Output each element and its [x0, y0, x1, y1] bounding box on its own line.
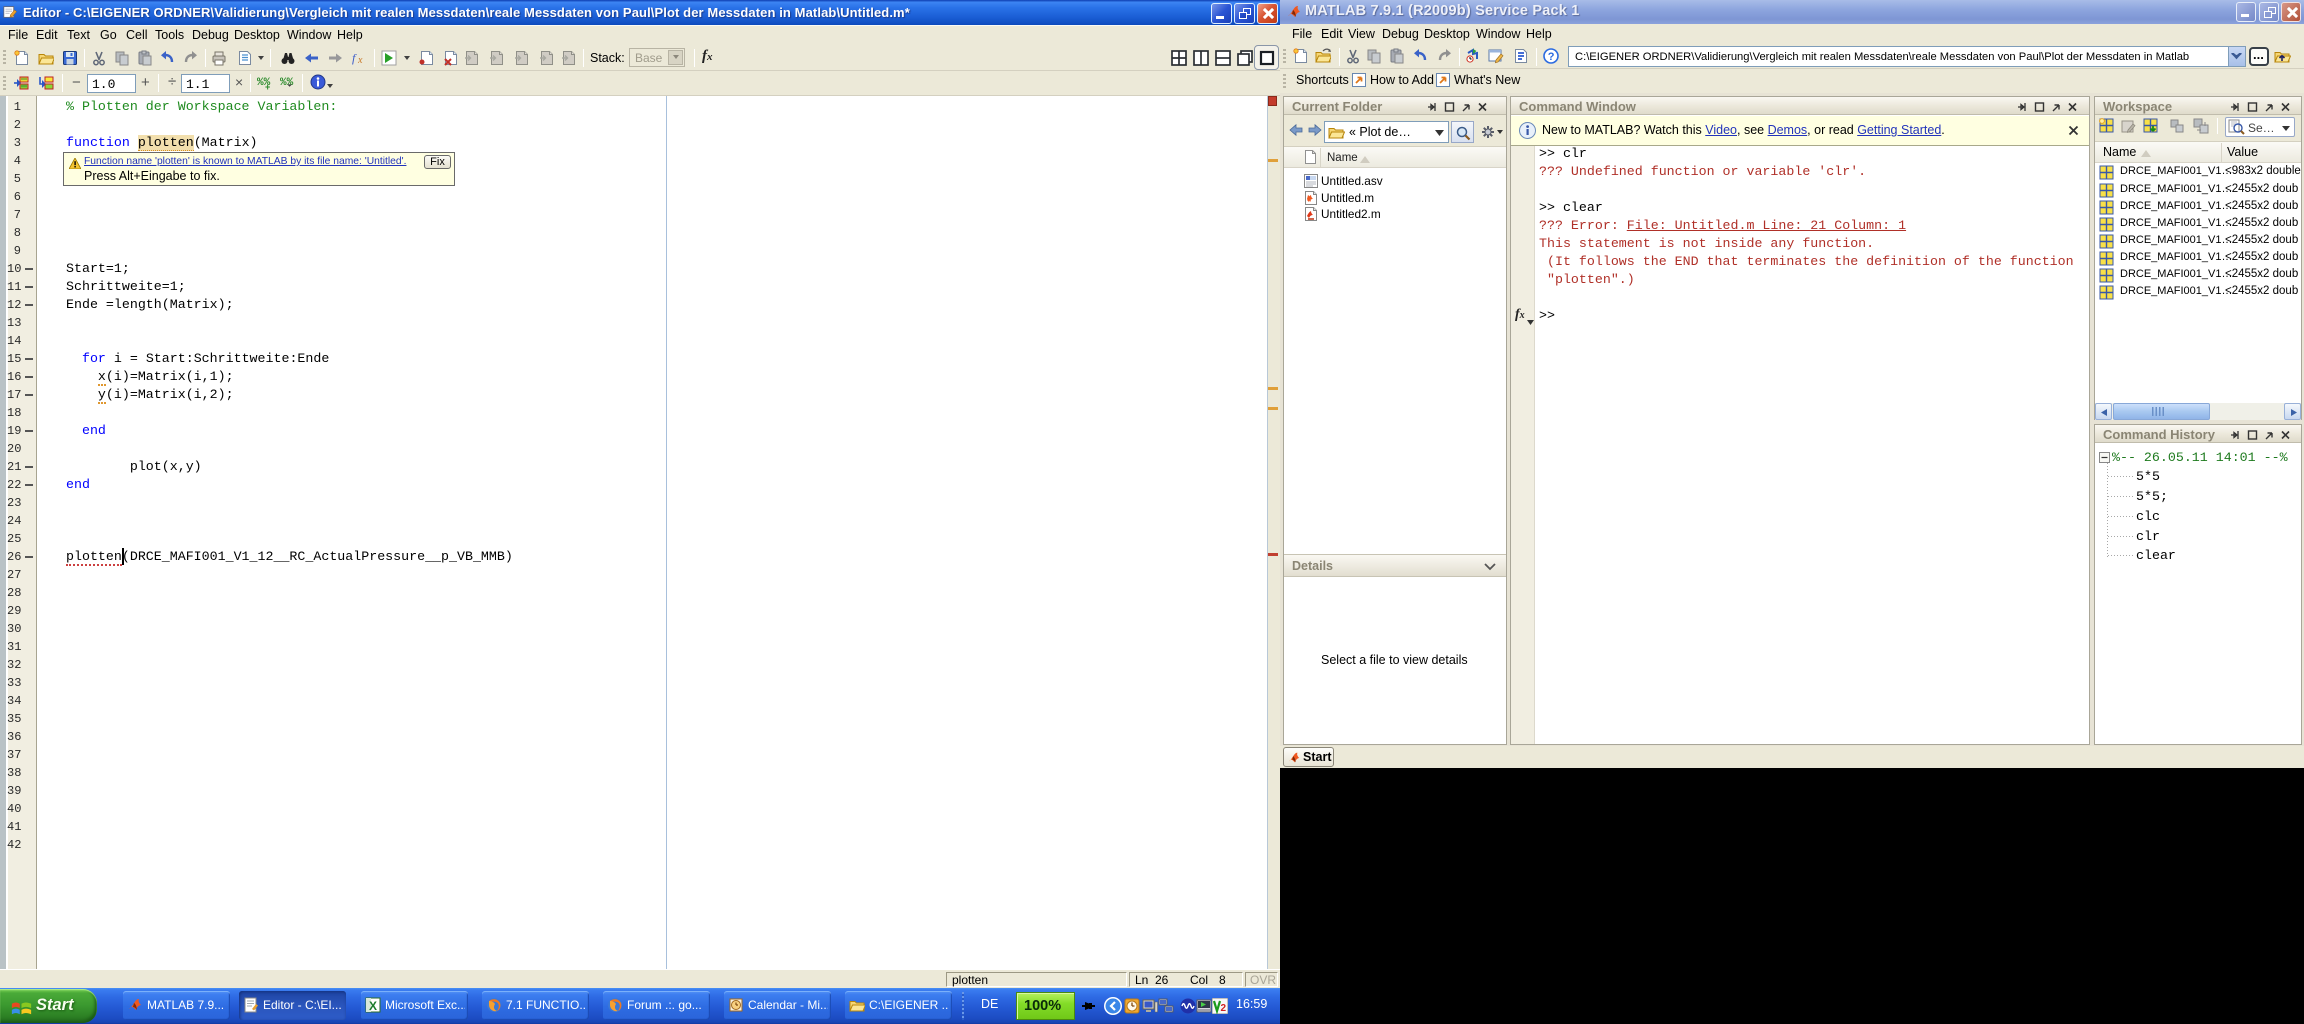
svg-text:f: f — [352, 51, 357, 65]
svg-text:+: + — [265, 82, 270, 92]
svg-text:x: x — [357, 55, 363, 66]
svg-text:X: X — [369, 999, 377, 1013]
svg-text:%%: %% — [280, 77, 294, 89]
svg-text:2: 2 — [1221, 1003, 1227, 1014]
svg-text:?: ? — [1548, 51, 1555, 63]
